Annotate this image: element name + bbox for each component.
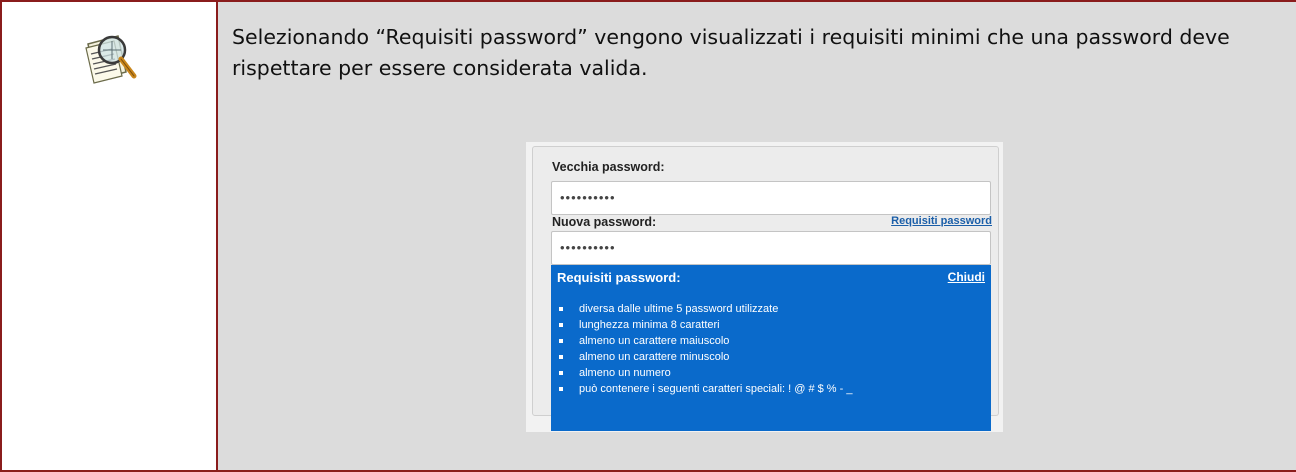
requirement-text: almeno un carattere minuscolo <box>579 351 730 363</box>
bullet-icon <box>559 323 563 327</box>
bullet-icon <box>559 387 563 391</box>
password-requirements-link[interactable]: Requisiti password <box>891 215 992 227</box>
list-item: almeno un carattere minuscolo <box>559 349 852 365</box>
popup-title: Requisiti password: <box>557 270 681 285</box>
embedded-screenshot: Vecchia password: •••••••••• Nuova passw… <box>526 142 1003 432</box>
intro-paragraph: Selezionando “Requisiti password” vengon… <box>232 25 1230 80</box>
bullet-icon <box>559 355 563 359</box>
old-password-field[interactable]: •••••••••• <box>551 181 991 215</box>
list-item: lunghezza minima 8 caratteri <box>559 317 852 333</box>
change-password-form: Vecchia password: •••••••••• Nuova passw… <box>532 146 999 431</box>
requirement-text: lunghezza minima 8 caratteri <box>579 319 720 331</box>
icon-cell <box>2 2 218 470</box>
list-item: diversa dalle ultime 5 password utilizza… <box>559 301 852 317</box>
bullet-icon <box>559 371 563 375</box>
list-item: almeno un carattere maiuscolo <box>559 333 852 349</box>
requirement-text: diversa dalle ultime 5 password utilizza… <box>579 303 779 315</box>
list-item: può contenere i seguenti caratteri speci… <box>559 381 852 397</box>
note-table: Selezionando “Requisiti password” vengon… <box>0 0 1296 472</box>
bullet-icon <box>559 339 563 343</box>
requirement-text: almeno un numero <box>579 367 671 379</box>
requirements-list: diversa dalle ultime 5 password utilizza… <box>559 301 852 397</box>
password-requirements-popup: Requisiti password: Chiudi diversa dalle… <box>551 265 991 431</box>
new-password-field[interactable]: •••••••••• <box>551 231 991 265</box>
content-cell: Selezionando “Requisiti password” vengon… <box>218 2 1296 470</box>
old-password-label: Vecchia password: <box>552 160 665 174</box>
requirement-text: almeno un carattere maiuscolo <box>579 335 730 347</box>
close-popup-link[interactable]: Chiudi <box>948 270 985 284</box>
magnifier-over-document-icon <box>85 35 137 84</box>
new-password-label: Nuova password: <box>552 215 657 229</box>
bullet-icon <box>559 307 563 311</box>
requirement-text: può contenere i seguenti caratteri speci… <box>579 383 853 395</box>
list-item: almeno un numero <box>559 365 852 381</box>
